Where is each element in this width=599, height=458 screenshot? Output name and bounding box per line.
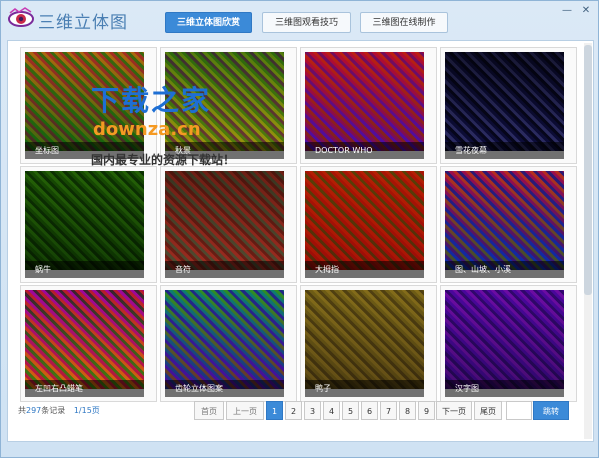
- page-jump-input[interactable]: [506, 401, 532, 420]
- gallery-caption: 图、山坡、小溪: [445, 261, 564, 278]
- page-number-button[interactable]: 9: [418, 401, 435, 420]
- scrollbar-thumb[interactable]: [584, 45, 592, 295]
- page-number-button[interactable]: 4: [323, 401, 340, 420]
- record-count: 共297条记录 1/15页: [18, 405, 100, 416]
- gallery-caption: 雪花夜幕: [445, 142, 564, 159]
- watermark-domain: downza.cn: [93, 119, 201, 140]
- page-number-button[interactable]: 7: [380, 401, 397, 420]
- stereogram-thumbnail: [445, 290, 564, 389]
- stereogram-thumbnail: [25, 290, 144, 389]
- gallery-caption: 大拇指: [305, 261, 424, 278]
- last-page-button[interactable]: 尾页: [474, 401, 502, 420]
- records-prefix: 共: [18, 406, 26, 415]
- page-number-button[interactable]: 8: [399, 401, 416, 420]
- gallery-card[interactable]: 左凹右凸蜡笔: [20, 285, 157, 402]
- close-button[interactable]: ✕: [578, 4, 594, 18]
- watermark-slogan: 国内最专业的资源下载站！: [91, 153, 236, 167]
- gallery-caption: 音符: [165, 261, 284, 278]
- gallery-card[interactable]: 鸭子: [300, 285, 437, 402]
- jump-button[interactable]: 跳转: [533, 401, 569, 420]
- gallery-caption: 齿轮立体图案: [165, 380, 284, 397]
- gallery-card[interactable]: 汉字图: [440, 285, 577, 402]
- page-info: 1/15页: [73, 406, 100, 415]
- watermark-brand: 下载之家: [91, 84, 212, 117]
- stereogram-thumbnail: [165, 171, 284, 270]
- stereogram-thumbnail: [305, 290, 424, 389]
- stereogram-thumbnail: [445, 171, 564, 270]
- app-window: 三维立体图 三维立体图欣赏 三维图观看技巧 三维图在线制作 — ✕ 坐标图 秋景 D…: [0, 0, 599, 458]
- records-total: 297: [26, 406, 42, 415]
- gallery-caption: 汉字图: [445, 380, 564, 397]
- eye-logo-icon: [8, 7, 34, 27]
- gallery-card[interactable]: 音符: [160, 166, 297, 283]
- first-page-button[interactable]: 首页: [194, 401, 224, 420]
- gallery-caption: 鸭子: [305, 380, 424, 397]
- page-number-button[interactable]: 2: [285, 401, 302, 420]
- page-number-button[interactable]: 5: [342, 401, 359, 420]
- page-number-button[interactable]: 6: [361, 401, 378, 420]
- gallery-card[interactable]: 图、山坡、小溪: [440, 166, 577, 283]
- records-suffix: 条记录: [41, 406, 66, 415]
- stereogram-thumbnail: [305, 171, 424, 270]
- title-bar: 三维立体图 三维立体图欣赏 三维图观看技巧 三维图在线制作 — ✕: [1, 1, 598, 37]
- stereogram-thumbnail: [165, 290, 284, 389]
- pagination: 共297条记录 1/15页 首页 上一页 123456789 下一页 尾页 跳转: [18, 401, 578, 423]
- stereogram-thumbnail: [25, 171, 144, 270]
- tab-online-maker[interactable]: 三维图在线制作: [360, 12, 448, 33]
- minimize-button[interactable]: —: [559, 4, 575, 18]
- stereogram-thumbnail: [445, 52, 564, 151]
- gallery-caption: DOCTOR WHO: [305, 142, 424, 159]
- page-number-button[interactable]: 1: [266, 401, 283, 420]
- gallery-caption: 蜗牛: [25, 261, 144, 278]
- gallery-card[interactable]: 雪花夜幕: [440, 47, 577, 164]
- gallery-caption: 左凹右凸蜡笔: [25, 380, 144, 397]
- stereogram-thumbnail: [305, 52, 424, 151]
- tab-gallery[interactable]: 三维立体图欣赏: [165, 12, 252, 33]
- prev-page-button[interactable]: 上一页: [226, 401, 264, 420]
- page-number-button[interactable]: 3: [304, 401, 321, 420]
- tab-viewing-tips[interactable]: 三维图观看技巧: [262, 12, 351, 33]
- gallery-card[interactable]: 齿轮立体图案: [160, 285, 297, 402]
- gallery-card[interactable]: DOCTOR WHO: [300, 47, 437, 164]
- gallery-card[interactable]: 蜗牛: [20, 166, 157, 283]
- app-title: 三维立体图: [38, 13, 128, 33]
- gallery-card[interactable]: 大拇指: [300, 166, 437, 283]
- next-page-button[interactable]: 下一页: [436, 401, 472, 420]
